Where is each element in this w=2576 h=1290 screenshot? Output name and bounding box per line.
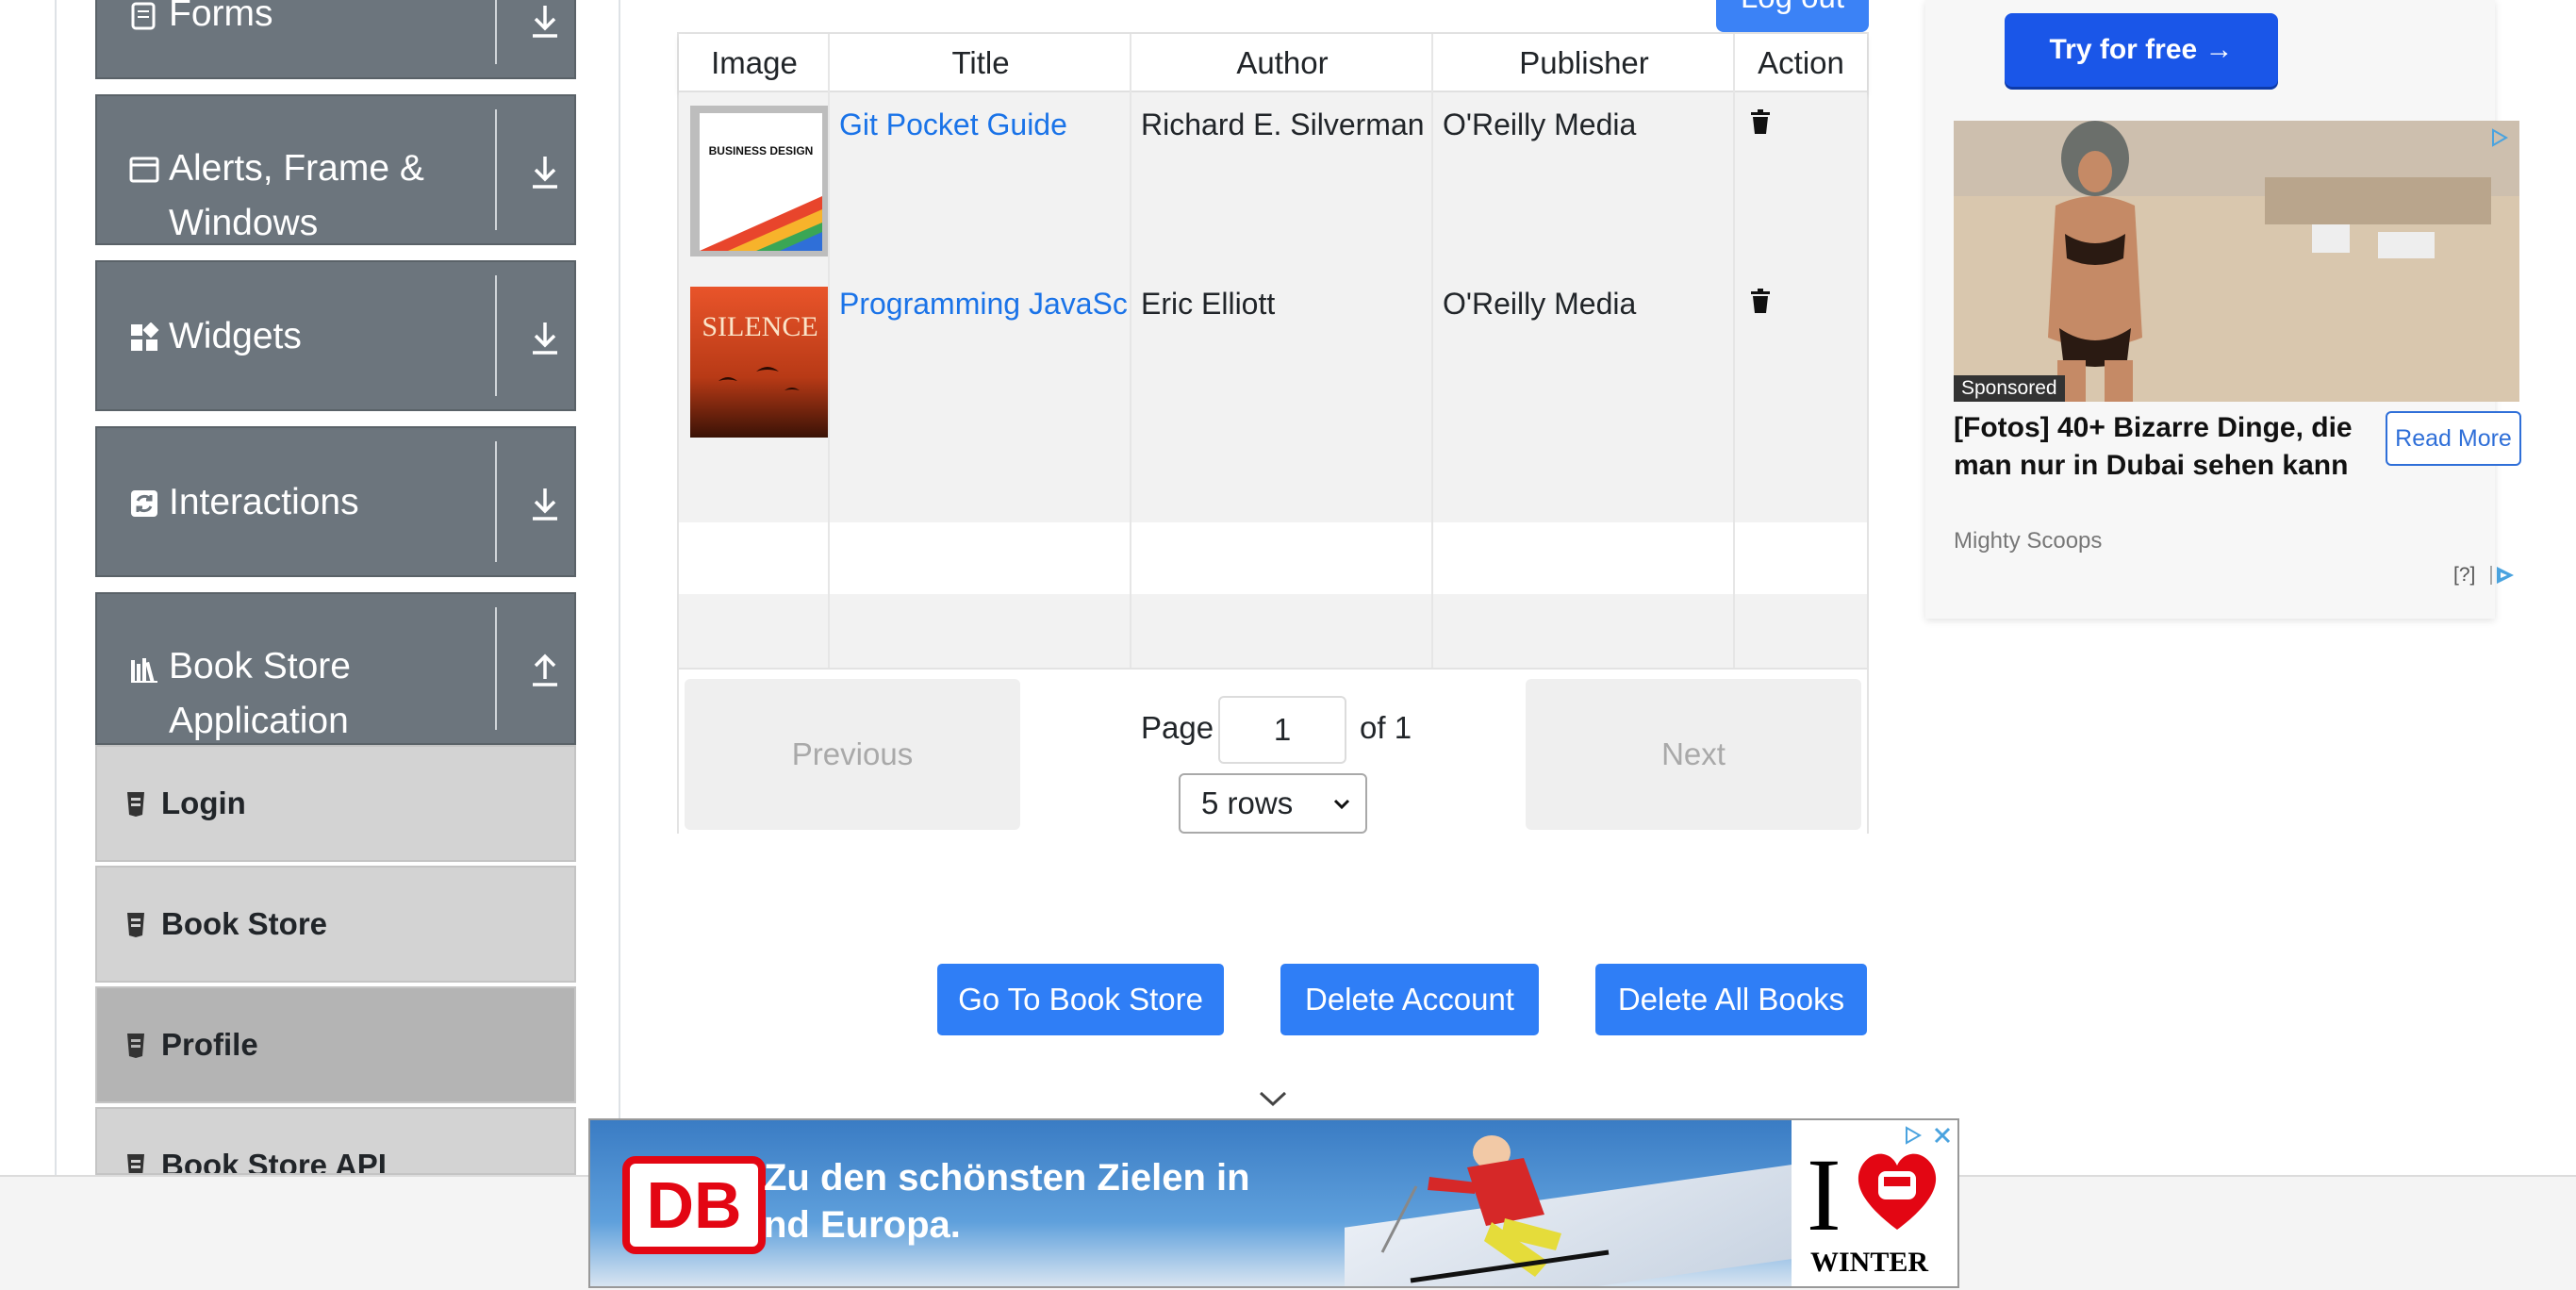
form-icon [131, 2, 156, 30]
sponsored-badge: Sponsored [1954, 375, 2065, 402]
item-icon [127, 913, 144, 937]
sidebar-item-book-store[interactable]: Book Store [95, 866, 576, 983]
adchoices-icon[interactable] [2489, 564, 2516, 587]
column-divider [1130, 34, 1131, 668]
left-column-border [55, 0, 57, 1175]
rows-per-page-select[interactable]: 5 rows [1179, 773, 1367, 834]
sidebar-group-label: Forms [169, 0, 273, 34]
column-divider [828, 34, 830, 668]
column-header-author[interactable]: Author [1131, 34, 1433, 91]
books-table: Image Title Author Publisher Action BUSI… [677, 32, 1869, 834]
book-author: Richard E. Silverman [1141, 108, 1425, 141]
delete-all-books-button[interactable]: Delete All Books [1595, 964, 1867, 1035]
table-row: SILENCE Programming JavaSc Eric Elliott … [679, 272, 1867, 451]
page-total: of 1 [1360, 710, 1412, 745]
heart-train-icon [1858, 1153, 1937, 1230]
table-row [679, 522, 1867, 594]
banner-headline: Zu den schönsten Zielen in nd Europa. [764, 1154, 1250, 1249]
sidebar-group-label: Book Store Application [169, 646, 351, 741]
winter-word: WINTER [1810, 1247, 1929, 1278]
sidebar-group-interactions[interactable]: Interactions [95, 426, 576, 577]
skier-image [1380, 1135, 1610, 1283]
books-icon [131, 658, 157, 684]
ad-headline[interactable]: [Fotos] 40+ Bizarre Dinge, die man nur i… [1954, 409, 2369, 485]
page-number-input[interactable]: 1 [1218, 696, 1346, 764]
sidebar-item-label: Login [161, 786, 246, 820]
db-logo: DB [622, 1156, 766, 1254]
book-cover-image: BUSINESS DESIGN [690, 106, 830, 256]
trash-icon[interactable] [1750, 289, 1771, 313]
sidebar-item-book-store-api[interactable]: Book Store API [95, 1107, 576, 1175]
read-more-button[interactable]: Read More [2386, 411, 2521, 466]
sidebar-group-label: Interactions [169, 482, 359, 522]
scroll-down-chevron-icon[interactable] [1258, 1088, 1288, 1109]
item-icon [127, 1034, 144, 1058]
go-to-book-store-button[interactable]: Go To Book Store [937, 964, 1224, 1035]
rows-selected-value: 5 rows [1201, 786, 1294, 820]
bottom-banner-ad[interactable]: DB Zu den schönsten Zielen in nd Europa.… [588, 1118, 1959, 1288]
table-row [679, 594, 1867, 668]
sidebar-group-alerts[interactable]: Alerts, Frame & Windows [95, 94, 576, 245]
banner-line-1: Zu den schönsten Zielen in [764, 1157, 1250, 1199]
sidebar-item-label: Book Store [161, 906, 328, 941]
group-separator [495, 109, 497, 230]
book-title-link[interactable]: Git Pocket Guide [839, 106, 1128, 143]
group-separator [495, 275, 497, 396]
ad-source: Mighty Scoops [1954, 528, 2103, 554]
logout-button[interactable]: Log out [1716, 0, 1869, 32]
book-cover-image: SILENCE [690, 287, 830, 438]
banner-line-2: nd Europa. [764, 1204, 961, 1246]
interactions-icon [131, 490, 157, 517]
sidebar-item-label: Book Store API [161, 1148, 387, 1175]
adchoices-icon[interactable] [1899, 1122, 1925, 1149]
download-arrow-icon[interactable] [521, 0, 569, 45]
upload-arrow-icon[interactable] [521, 647, 569, 694]
try-for-free-button[interactable]: Try for free → [2005, 13, 2278, 87]
ad-image[interactable] [1954, 121, 2519, 402]
column-header-action[interactable]: Action [1735, 34, 1867, 91]
chevron-down-icon [1333, 799, 1350, 810]
previous-button[interactable]: Previous [685, 679, 1020, 830]
cover-text: SILENCE [702, 311, 817, 342]
pagination: Previous Page 1 of 1 5 rows Next [679, 668, 1867, 834]
sidebar-group-forms[interactable]: Forms [95, 0, 576, 79]
column-header-title[interactable]: Title [830, 34, 1131, 91]
window-icon [129, 157, 159, 183]
trash-icon[interactable] [1750, 109, 1771, 134]
table-header: Image Title Author Publisher Action [679, 34, 1867, 92]
column-divider [1431, 34, 1433, 668]
ad-help-link[interactable]: [?] [2453, 564, 2475, 587]
item-icon [127, 792, 144, 817]
book-publisher: O'Reilly Media [1443, 287, 1637, 321]
delete-account-button[interactable]: Delete Account [1280, 964, 1539, 1035]
download-arrow-icon[interactable] [521, 149, 569, 196]
sidebar-group-label: Widgets [169, 316, 302, 356]
book-author: Eric Elliott [1141, 287, 1276, 321]
sidebar-group-book-store[interactable]: Book Store Application [95, 592, 576, 745]
close-icon[interactable] [1929, 1122, 1956, 1149]
sidebar-item-login[interactable]: Login [95, 745, 576, 862]
page-label: Page [1141, 710, 1214, 745]
table-row [679, 451, 1867, 522]
book-publisher: O'Reilly Media [1443, 108, 1637, 141]
column-divider [1733, 34, 1735, 668]
table-row: BUSINESS DESIGN Git Pocket Guide Richard… [679, 92, 1867, 272]
sidebar-item-label: Profile [161, 1027, 258, 1062]
sidebar-right-border [619, 0, 620, 1175]
next-button[interactable]: Next [1526, 679, 1861, 830]
sidebar-group-label: Alerts, Frame & Windows [169, 148, 424, 243]
sidebar-group-widgets[interactable]: Widgets [95, 260, 576, 411]
download-arrow-icon[interactable] [521, 315, 569, 362]
group-separator [495, 0, 497, 64]
cover-text: BUSINESS DESIGN [709, 144, 814, 157]
group-separator [495, 441, 497, 562]
item-icon [127, 1154, 144, 1173]
book-title-link[interactable]: Programming JavaSc [839, 285, 1128, 322]
download-arrow-icon[interactable] [521, 481, 569, 528]
sidebar-item-profile[interactable]: Profile [95, 986, 576, 1103]
column-header-publisher[interactable]: Publisher [1433, 34, 1735, 91]
column-header-image[interactable]: Image [679, 34, 830, 91]
widgets-icon [131, 322, 159, 351]
group-separator [495, 607, 497, 730]
